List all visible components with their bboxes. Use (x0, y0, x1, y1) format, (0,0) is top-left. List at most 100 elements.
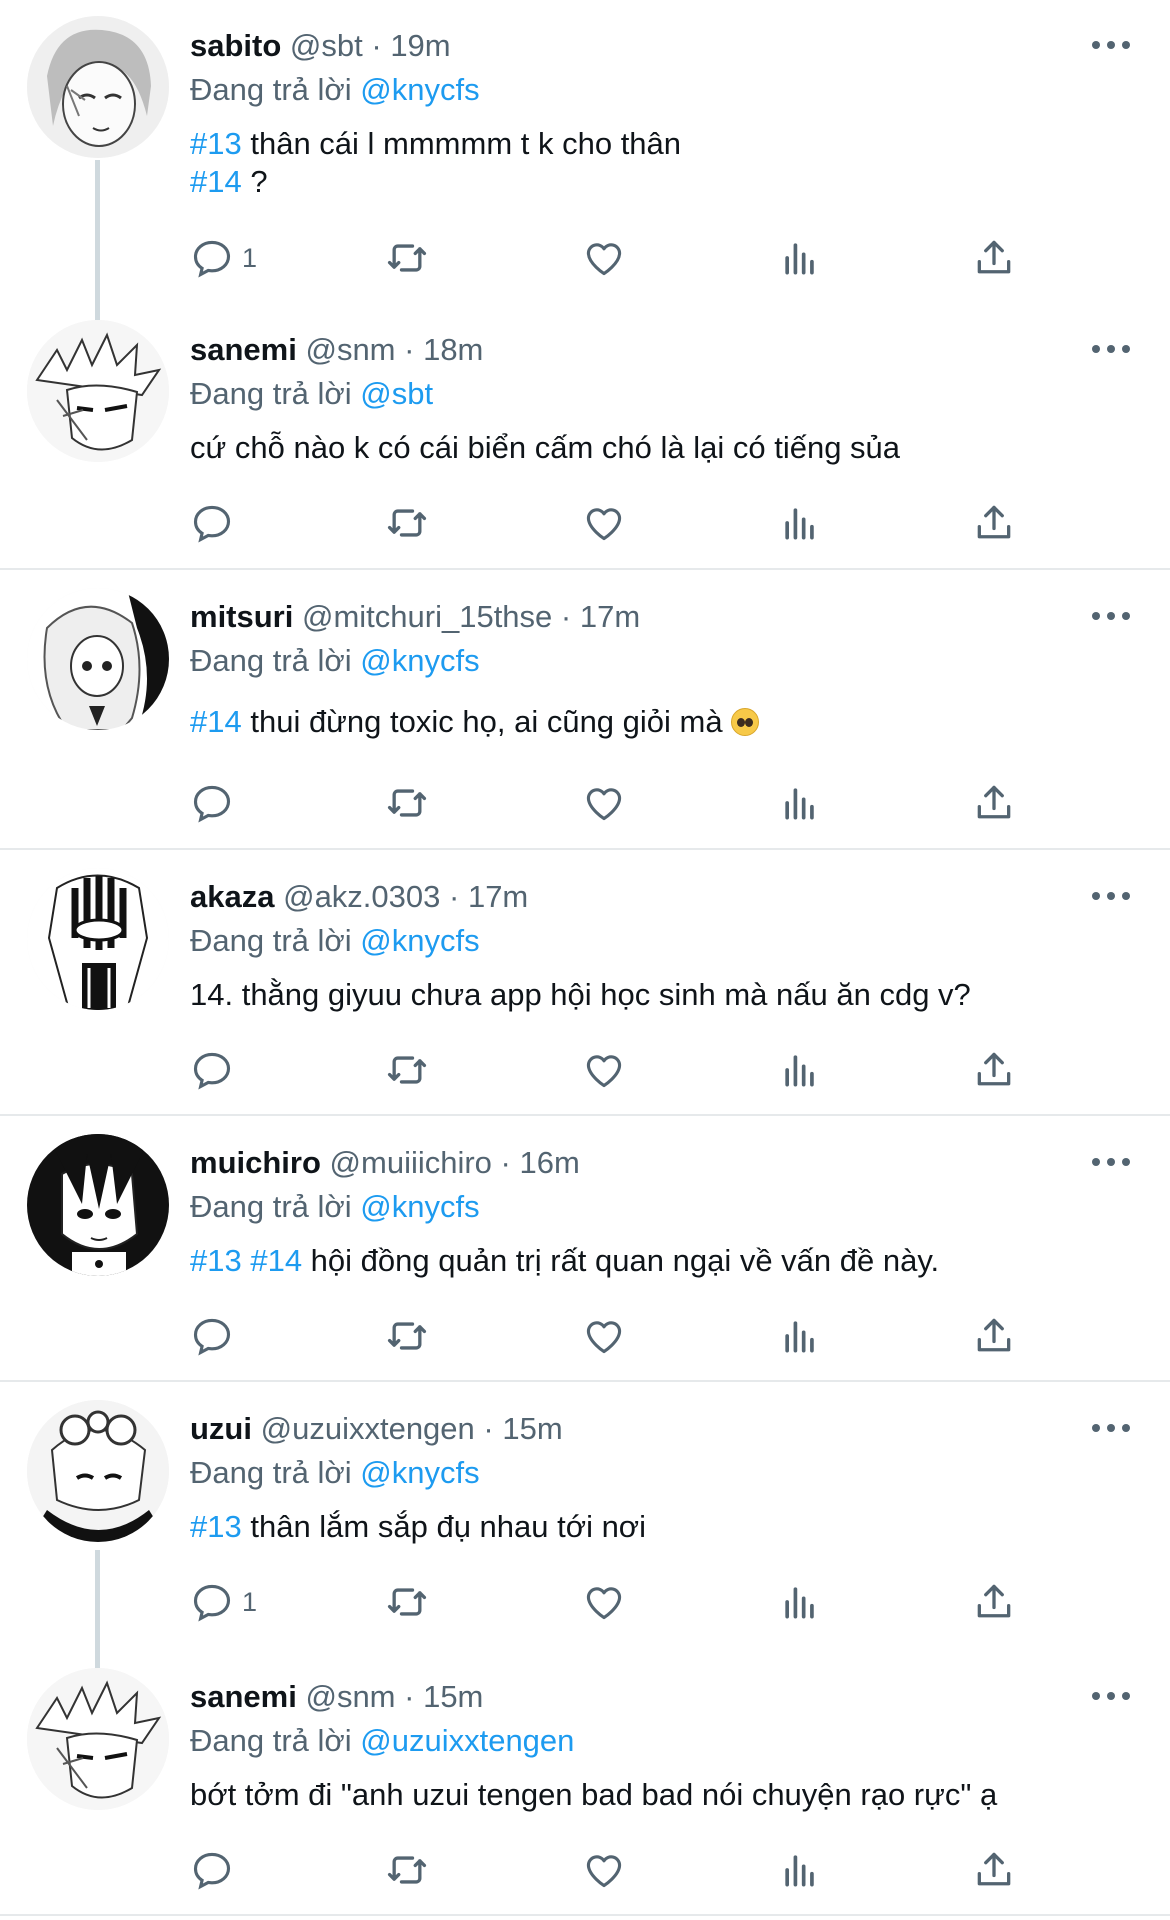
display-name[interactable]: sabito (190, 28, 281, 63)
reply-button[interactable] (190, 1045, 242, 1095)
handle[interactable]: @mitchuri_15thse (302, 599, 552, 634)
more-icon[interactable] (1088, 601, 1134, 631)
share-button[interactable] (972, 1045, 1016, 1095)
timestamp[interactable]: 15m (502, 1411, 562, 1446)
like-icon (586, 508, 622, 541)
avatar[interactable] (27, 320, 169, 462)
avatar[interactable] (27, 1134, 169, 1276)
views-button[interactable] (778, 1845, 822, 1895)
share-button[interactable] (972, 233, 1016, 283)
reply-button[interactable]: 1 (190, 233, 257, 283)
reply-button[interactable] (190, 1311, 242, 1361)
avatar[interactable] (27, 1400, 169, 1542)
tweet-actions (190, 778, 1090, 828)
tweet-header: mitsuri @mitchuri_15thse · 17m (190, 599, 641, 634)
mention-link[interactable]: @knycfs (360, 643, 479, 678)
like-button[interactable] (582, 1845, 626, 1895)
mention-link[interactable]: @sbt (360, 376, 433, 411)
mention-link[interactable]: @knycfs (360, 923, 479, 958)
mention-link[interactable]: @knycfs (360, 1189, 479, 1224)
retweet-button[interactable] (385, 498, 429, 548)
like-button[interactable] (582, 1311, 626, 1361)
more-icon[interactable] (1088, 1681, 1134, 1711)
views-button[interactable] (778, 1311, 822, 1361)
reply-prefix: Đang trả lời (190, 643, 352, 678)
thread-connector (95, 160, 100, 320)
more-icon[interactable] (1088, 881, 1134, 911)
avatar[interactable] (27, 868, 169, 1010)
tweet-text: #14 thui đừng toxic họ, ai cũng giỏi mà (190, 702, 760, 742)
like-button[interactable] (582, 498, 626, 548)
like-button[interactable] (582, 778, 626, 828)
mention-link[interactable]: @knycfs (360, 1455, 479, 1490)
hashtag-link[interactable]: #14 (190, 164, 242, 199)
more-icon[interactable] (1088, 30, 1134, 60)
handle[interactable]: @sbt (290, 28, 363, 63)
display-name[interactable]: mitsuri (190, 599, 293, 634)
timestamp[interactable]: 17m (468, 879, 528, 914)
display-name[interactable]: uzui (190, 1411, 252, 1446)
handle[interactable]: @akz.0303 (283, 879, 440, 914)
mention-link[interactable]: @uzuixxtengen (360, 1723, 574, 1758)
reply-button[interactable] (190, 1845, 242, 1895)
reply-button[interactable] (190, 778, 242, 828)
hashtag-link[interactable]: #13 #14 (190, 1243, 302, 1278)
reply-count: 1 (242, 242, 258, 273)
display-name[interactable]: sanemi (190, 1679, 297, 1714)
tweet-text: bớt tởm đi "anh uzui tengen bad bad nói … (190, 1775, 997, 1815)
handle[interactable]: @muiiichiro (330, 1145, 492, 1180)
text-line: bớt tởm đi "anh uzui tengen bad bad nói … (190, 1777, 998, 1812)
retweet-button[interactable] (385, 1577, 429, 1627)
handle[interactable]: @snm (305, 1679, 395, 1714)
tweet-text: #13 thân cái l mmmmm t k cho thân (190, 124, 681, 164)
views-button[interactable] (778, 1045, 822, 1095)
like-button[interactable] (582, 233, 626, 283)
share-button[interactable] (972, 778, 1016, 828)
retweet-button[interactable] (385, 1311, 429, 1361)
hashtag-link[interactable]: #14 (190, 704, 242, 739)
display-name[interactable]: sanemi (190, 332, 297, 367)
reply-button[interactable] (190, 498, 242, 548)
like-button[interactable] (582, 1045, 626, 1095)
views-button[interactable] (778, 778, 822, 828)
tweet-text: #13 thân lắm sắp đụ nhau tới nơi (190, 1507, 646, 1547)
retweet-button[interactable] (385, 1045, 429, 1095)
more-icon[interactable] (1088, 334, 1134, 364)
display-name[interactable]: muichiro (190, 1145, 321, 1180)
reply-icon (193, 785, 231, 823)
hashtag-link[interactable]: #13 (190, 126, 242, 161)
share-button[interactable] (972, 1311, 1016, 1361)
reply-button[interactable]: 1 (190, 1577, 257, 1627)
avatar[interactable] (27, 588, 169, 730)
more-icon[interactable] (1088, 1147, 1134, 1177)
like-button[interactable] (582, 1577, 626, 1627)
timestamp[interactable]: 16m (519, 1145, 579, 1180)
replying-to: Đang trả lời @knycfs (190, 641, 480, 681)
divider (0, 1914, 1170, 1916)
retweet-button[interactable] (385, 1845, 429, 1895)
handle[interactable]: @uzuixxtengen (261, 1411, 475, 1446)
handle[interactable]: @snm (305, 332, 395, 367)
text-line: thân lắm sắp đụ nhau tới nơi (241, 1509, 647, 1544)
retweet-icon (387, 1588, 427, 1616)
display-name[interactable]: akaza (190, 879, 274, 914)
retweet-button[interactable] (385, 233, 429, 283)
timestamp[interactable]: 18m (423, 332, 483, 367)
timestamp[interactable]: 17m (580, 599, 640, 634)
share-button[interactable] (972, 1577, 1016, 1627)
avatar[interactable] (27, 1668, 169, 1810)
like-icon (586, 243, 622, 276)
more-icon[interactable] (1088, 1413, 1134, 1443)
views-button[interactable] (778, 233, 822, 283)
mention-link[interactable]: @knycfs (360, 72, 479, 107)
views-button[interactable] (778, 498, 822, 548)
avatar[interactable] (27, 16, 169, 158)
views-button[interactable] (778, 1577, 822, 1627)
share-button[interactable] (972, 1845, 1016, 1895)
timestamp[interactable]: 15m (423, 1679, 483, 1714)
hashtag-link[interactable]: #13 (190, 1509, 242, 1544)
timestamp[interactable]: 19m (390, 28, 450, 63)
share-button[interactable] (972, 498, 1016, 548)
tweet-actions (190, 1845, 1090, 1895)
retweet-button[interactable] (385, 778, 429, 828)
